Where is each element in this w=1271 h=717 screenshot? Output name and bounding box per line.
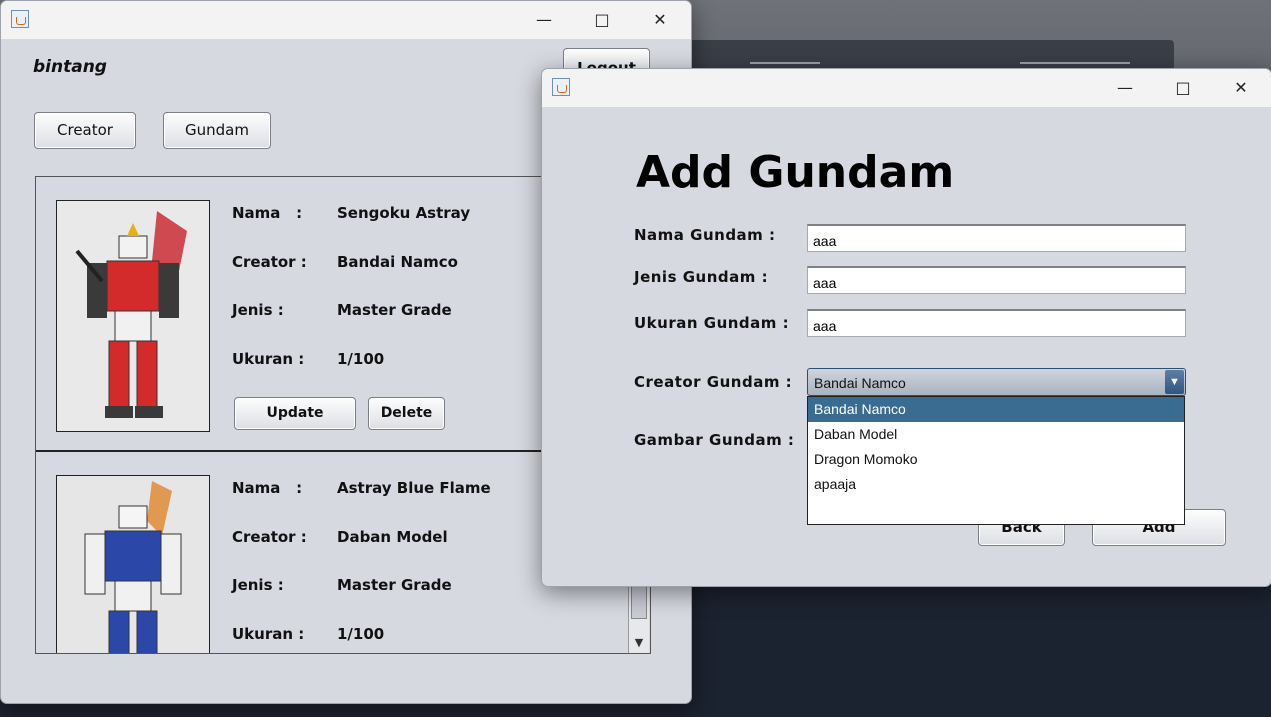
chevron-down-icon[interactable]: ▼ xyxy=(1165,370,1184,394)
java-icon xyxy=(552,78,570,96)
gundam-blue-figure-icon xyxy=(57,476,209,653)
nama-label: Nama xyxy=(232,204,281,222)
nama-gundam-label: Nama Gundam : xyxy=(634,226,776,244)
jenis-value: Master Grade xyxy=(337,301,452,319)
creator-dropdown-list: Bandai Namco Daban Model Dragon Momoko a… xyxy=(807,396,1185,525)
ukuran-gundam-label: Ukuran Gundam : xyxy=(634,314,790,332)
ukuran-value: 1/100 xyxy=(337,625,385,643)
background-window-strip xyxy=(690,40,1174,70)
dropdown-option[interactable]: Dragon Momoko xyxy=(808,447,1184,472)
scroll-down-icon[interactable]: ▼ xyxy=(629,633,649,653)
add-gundam-dialog: — □ ✕ Add Gundam Nama Gundam : aaa Jenis… xyxy=(541,68,1271,587)
close-icon[interactable]: ✕ xyxy=(637,1,683,39)
maximize-icon[interactable]: □ xyxy=(579,1,625,39)
creator-label: Creator : xyxy=(232,253,307,271)
dropdown-option[interactable]: Bandai Namco xyxy=(808,397,1184,422)
gundam-image xyxy=(56,200,210,432)
nama-gundam-input[interactable]: aaa xyxy=(807,224,1186,252)
ukuran-gundam-input[interactable]: aaa xyxy=(807,309,1186,337)
minimize-icon[interactable]: — xyxy=(1102,69,1148,107)
creator-selected-value: Bandai Namco xyxy=(814,375,906,391)
creator-value: Bandai Namco xyxy=(337,253,458,271)
jenis-label: Jenis : xyxy=(232,301,284,319)
gambar-gundam-label: Gambar Gundam : xyxy=(634,431,795,449)
creator-nav-button[interactable]: Creator xyxy=(34,112,136,149)
update-button[interactable]: Update xyxy=(234,397,356,430)
dialog-title: Add Gundam xyxy=(636,147,955,198)
gundam-nav-button[interactable]: Gundam xyxy=(163,112,271,149)
maximize-icon[interactable]: □ xyxy=(1160,69,1206,107)
jenis-value: Master Grade xyxy=(337,576,452,594)
ukuran-label: Ukuran : xyxy=(232,350,305,368)
ukuran-label: Ukuran : xyxy=(232,625,305,643)
creator-value: Daban Model xyxy=(337,528,448,546)
nama-label: Nama xyxy=(232,479,281,497)
java-icon xyxy=(11,10,29,28)
colon: : xyxy=(296,479,303,497)
colon: : xyxy=(296,204,303,222)
creator-gundam-label: Creator Gundam : xyxy=(634,373,793,391)
jenis-label: Jenis : xyxy=(232,576,284,594)
dropdown-option[interactable]: Daban Model xyxy=(808,422,1184,447)
close-icon[interactable]: ✕ xyxy=(1218,69,1264,107)
delete-button[interactable]: Delete xyxy=(368,397,445,430)
nama-value: Sengoku Astray xyxy=(337,204,471,222)
creator-gundam-select[interactable]: Bandai Namco ▼ xyxy=(807,368,1186,396)
gundam-red-figure-icon xyxy=(57,201,209,431)
jenis-gundam-label: Jenis Gundam : xyxy=(634,268,769,286)
ukuran-value: 1/100 xyxy=(337,350,385,368)
minimize-icon[interactable]: — xyxy=(521,1,567,39)
creator-label: Creator : xyxy=(232,528,307,546)
nama-value: Astray Blue Flame xyxy=(337,479,491,497)
main-titlebar: — □ ✕ xyxy=(1,1,691,39)
username-label: bintang xyxy=(33,57,107,77)
dropdown-option[interactable]: apaaja xyxy=(808,472,1184,497)
dialog-titlebar: — □ ✕ xyxy=(542,69,1271,107)
gundam-image xyxy=(56,475,210,653)
jenis-gundam-input[interactable]: aaa xyxy=(807,266,1186,294)
